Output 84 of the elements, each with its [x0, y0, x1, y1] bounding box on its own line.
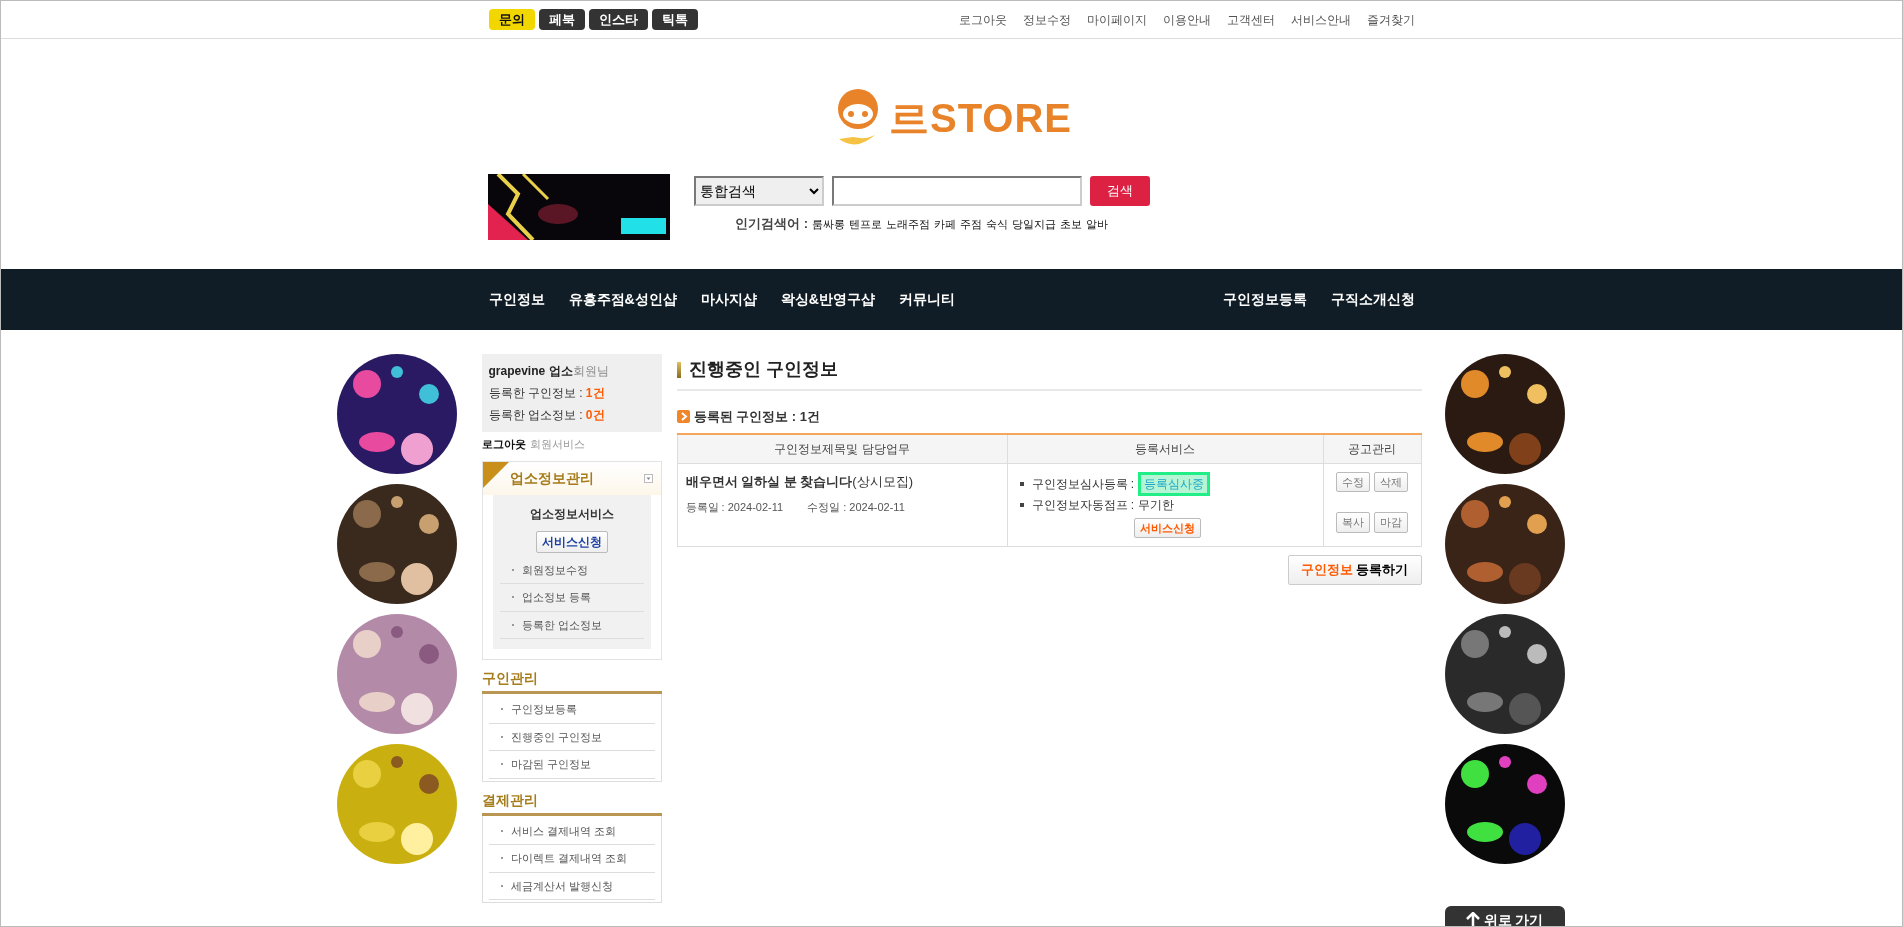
sidebar-link[interactable]: 서비스 결제내역 조회: [510, 822, 616, 839]
column-header: 등록서비스: [1007, 433, 1323, 463]
nav-link[interactable]: 왁싱&반영구샵: [780, 289, 875, 310]
nav-link[interactable]: 구인정보등록: [1222, 289, 1307, 310]
popular-term[interactable]: 룸싸롱: [811, 215, 845, 232]
popular-term[interactable]: 텐프로: [848, 215, 882, 232]
panel-subtitle: 업소정보서비스: [528, 505, 615, 523]
top-link[interactable]: 마이페이지: [1086, 10, 1147, 29]
action-button[interactable]: 수정: [1336, 471, 1370, 492]
stat-count: 1건: [585, 386, 605, 400]
sidebar-link[interactable]: 마감된 구인정보: [510, 756, 591, 773]
count-label: 등록된 구인정보 : 1건: [693, 408, 820, 426]
user-greeting: grapevine 업소: [488, 364, 573, 378]
stat-count: 0건: [585, 408, 605, 422]
popular-label: 인기검색어 :: [735, 215, 808, 233]
action-button[interactable]: 복사: [1336, 512, 1370, 533]
bullet-icon: [511, 596, 514, 599]
up-arrow-icon: [1465, 912, 1480, 926]
column-header: 공고관리: [1323, 433, 1421, 463]
popular-term[interactable]: 노래주점: [885, 215, 930, 232]
modified-date: 수정일 : 2024-02-11: [807, 500, 905, 515]
bullet-icon: [500, 763, 503, 766]
bullet-icon: [500, 857, 503, 860]
nav-link[interactable]: 구직소개신청: [1330, 289, 1415, 310]
sidebar-link[interactable]: 업소정보 등록: [521, 589, 591, 606]
social-button[interactable]: 인스타: [588, 9, 648, 30]
search-button[interactable]: 검색: [1089, 176, 1150, 206]
stat-label: 등록한 업소정보 :: [488, 408, 584, 422]
social-button[interactable]: 문의: [488, 9, 535, 30]
bullet-icon: [500, 708, 503, 711]
popular-term[interactable]: 숙식: [985, 215, 1008, 232]
top-link[interactable]: 정보수정: [1022, 10, 1071, 29]
registered-date: 등록일 : 2024-02-11: [685, 500, 784, 515]
bullet-icon: [1019, 481, 1024, 486]
panel-title: 업소정보관리: [509, 468, 594, 488]
sidebar-link[interactable]: 등록한 업소정보: [521, 616, 602, 633]
top-link[interactable]: 서비스안내: [1290, 10, 1351, 29]
member-suffix: 회원님: [572, 364, 609, 378]
popular-term[interactable]: 당일지급: [1011, 215, 1056, 232]
sidebar-link[interactable]: 진행중인 구인정보: [510, 728, 602, 745]
section-title: 구인관리: [481, 660, 662, 694]
page-title: 진행중인 구인정보: [688, 358, 838, 381]
bullet-icon: [500, 884, 503, 887]
popular-term[interactable]: 카페: [933, 215, 956, 232]
popular-term[interactable]: 주점: [959, 215, 982, 232]
service-status: 등록심사중: [1138, 471, 1211, 496]
corner-ribbon-icon: [482, 461, 509, 488]
register-button[interactable]: 구인정보 등록하기: [1287, 555, 1422, 585]
social-button[interactable]: 틱톡: [651, 9, 698, 30]
column-header: 구인정보제목및 담당업무: [677, 433, 1007, 463]
bullet-icon: [500, 735, 503, 738]
bullet-icon: [511, 568, 514, 571]
bullet-icon: [1019, 502, 1024, 507]
bullet-icon: [500, 829, 503, 832]
nav-link[interactable]: 구인정보: [488, 289, 545, 310]
bullet-icon: [511, 623, 514, 626]
nav-link[interactable]: 커뮤니티: [898, 289, 955, 310]
scroll-top-button[interactable]: 위로 가기: [1444, 906, 1565, 926]
service-label: 구인정보심사등록 :: [1031, 475, 1135, 493]
service-label: 구인정보자동점프 :: [1031, 496, 1135, 514]
logout-link[interactable]: 로그아웃: [481, 436, 526, 453]
sidebar-link[interactable]: 구인정보등록: [510, 701, 577, 718]
top-link[interactable]: 로그아웃: [958, 10, 1007, 29]
stat-label: 등록한 구인정보 :: [488, 386, 584, 400]
title-bar-icon: [676, 361, 681, 378]
sidebar-link[interactable]: 세금계산서 발행신청: [510, 877, 613, 894]
action-button[interactable]: 삭제: [1374, 471, 1408, 492]
job-title[interactable]: 배우면서 일하실 분 찾습니다(상시모집): [685, 471, 999, 491]
service-status: 무기한: [1138, 496, 1175, 514]
nav-link[interactable]: 유흥주점&성인샵: [568, 289, 677, 310]
nav-link[interactable]: 마사지샵: [700, 289, 757, 310]
popular-term[interactable]: 알바: [1085, 215, 1108, 232]
action-button[interactable]: 마감: [1374, 512, 1408, 533]
search-field[interactable]: [831, 176, 1082, 206]
top-link[interactable]: 즐겨찾기: [1366, 10, 1415, 29]
section-title: 결제관리: [481, 781, 662, 816]
sidebar-link[interactable]: 다이렉트 결제내역 조회: [510, 850, 627, 867]
service-apply-button[interactable]: 서비스신청: [535, 530, 608, 553]
top-link[interactable]: 고객센터: [1226, 10, 1275, 29]
social-button[interactable]: 페북: [538, 9, 585, 30]
top-link[interactable]: 이용안내: [1162, 10, 1211, 29]
popular-term[interactable]: 초보: [1059, 215, 1082, 232]
search-scope-dropdown[interactable]: 통합검색: [693, 176, 824, 206]
sidebar-link[interactable]: 회원정보수정: [521, 561, 588, 578]
